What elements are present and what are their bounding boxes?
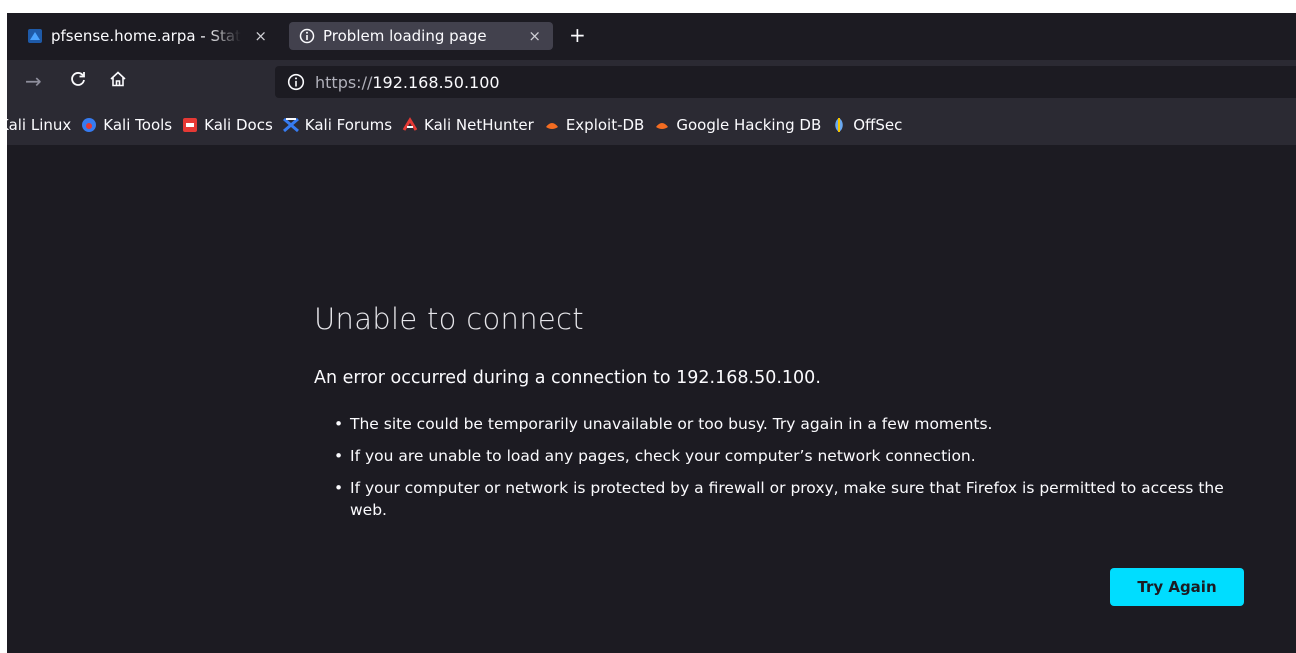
site-info-icon[interactable]	[287, 73, 305, 91]
try-again-button[interactable]: Try Again	[1110, 568, 1244, 606]
home-glyph	[110, 71, 126, 87]
error-suggestions: The site could be temporarily unavailabl…	[314, 413, 1264, 531]
kali-docs-icon	[183, 117, 198, 132]
bookmark-kali-forums[interactable]: Kali Forums	[282, 115, 393, 134]
tab-strip: pfsense.home.arpa - Status: Dashboard × …	[7, 13, 1296, 60]
bookmark-kali-linux[interactable]: Kali Linux	[7, 116, 71, 134]
tab-title: pfsense.home.arpa - Status: Dashboard	[51, 27, 241, 45]
bookmark-label: Kali NetHunter	[424, 115, 534, 134]
bookmark-exploit-db[interactable]: Exploit-DB	[544, 115, 645, 134]
google-hacking-db-icon	[656, 122, 669, 129]
url-text[interactable]: https://192.168.50.100	[315, 73, 500, 92]
bookmark-kali-docs[interactable]: Kali Docs	[182, 116, 273, 134]
kali-tools-icon	[82, 117, 97, 132]
bookmark-label: Kali Tools	[103, 115, 173, 134]
bookmark-kali-nethunter[interactable]: Kali NetHunter	[402, 116, 534, 134]
bookmark-label: Kali Forums	[304, 115, 393, 134]
list-item: The site could be temporarily unavailabl…	[314, 413, 1264, 435]
tab-title: Problem loading page	[323, 27, 487, 45]
error-title: Unable to connect	[314, 302, 584, 336]
tab-problem-loading[interactable]: Problem loading page ×	[289, 22, 553, 50]
pfsense-icon	[28, 29, 42, 43]
bookmark-label: Kali Docs	[204, 115, 273, 134]
home-icon[interactable]	[109, 70, 127, 92]
exploit-db-icon	[545, 122, 558, 129]
offsec-icon	[835, 117, 843, 132]
url-bar[interactable]: https://192.168.50.100	[275, 66, 1296, 98]
list-item: If your computer or network is protected…	[314, 477, 1264, 521]
bookmark-label: Google Hacking DB	[676, 115, 822, 134]
kali-nethunter-icon	[402, 116, 418, 131]
reload-glyph	[71, 72, 85, 86]
list-item: If you are unable to load any pages, che…	[314, 445, 1264, 467]
bookmark-label: Kali Linux	[7, 115, 72, 134]
url-host: 192.168.50.100	[372, 72, 500, 92]
error-page: Unable to connect An error occurred duri…	[7, 145, 1296, 653]
bookmark-label: OffSec	[853, 115, 903, 134]
forward-arrow-icon[interactable]: →	[25, 70, 42, 92]
bookmark-kali-tools[interactable]: Kali Tools	[81, 116, 172, 134]
reload-icon[interactable]	[69, 70, 87, 92]
new-tab-button[interactable]: +	[569, 25, 586, 45]
tab-pfsense[interactable]: pfsense.home.arpa - Status: Dashboard ×	[7, 22, 279, 50]
url-scheme: https://	[315, 72, 373, 92]
bookmark-google-hacking-db[interactable]: Google Hacking DB	[654, 116, 821, 134]
bookmarks-toolbar: Kali Linux Kali Tools Kali Docs Kali For…	[7, 104, 1296, 145]
bookmark-offsec[interactable]: OffSec	[831, 116, 902, 134]
close-icon[interactable]: ×	[528, 27, 541, 45]
bookmark-label: Exploit-DB	[565, 115, 645, 134]
error-description: An error occurred during a connection to…	[314, 368, 821, 388]
navigation-toolbar: → https://192.168.50.100	[7, 60, 1296, 104]
info-icon	[299, 28, 315, 44]
browser-window: pfsense.home.arpa - Status: Dashboard × …	[7, 13, 1296, 653]
kali-forums-icon	[282, 117, 299, 132]
close-icon[interactable]: ×	[254, 27, 267, 45]
